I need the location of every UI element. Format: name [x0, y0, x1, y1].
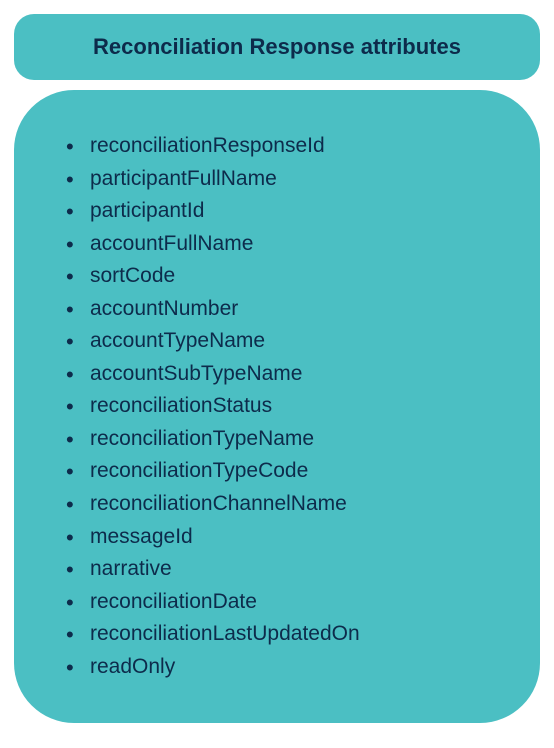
list-item: participantId	[62, 195, 492, 228]
attributes-panel: reconciliationResponseId participantFull…	[14, 90, 540, 723]
list-item: reconciliationTypeCode	[62, 455, 492, 488]
list-item: reconciliationChannelName	[62, 488, 492, 521]
list-item: accountFullName	[62, 228, 492, 261]
attributes-list: reconciliationResponseId participantFull…	[62, 130, 492, 683]
header-panel: Reconciliation Response attributes	[14, 14, 540, 80]
list-item: narrative	[62, 553, 492, 586]
list-item: readOnly	[62, 651, 492, 684]
list-item: accountNumber	[62, 293, 492, 326]
list-item: reconciliationTypeName	[62, 423, 492, 456]
header-title: Reconciliation Response attributes	[42, 34, 512, 60]
list-item: sortCode	[62, 260, 492, 293]
list-item: reconciliationLastUpdatedOn	[62, 618, 492, 651]
list-item: reconciliationDate	[62, 586, 492, 619]
list-item: messageId	[62, 521, 492, 554]
list-item: participantFullName	[62, 163, 492, 196]
list-item: accountTypeName	[62, 325, 492, 358]
list-item: reconciliationResponseId	[62, 130, 492, 163]
list-item: accountSubTypeName	[62, 358, 492, 391]
list-item: reconciliationStatus	[62, 390, 492, 423]
